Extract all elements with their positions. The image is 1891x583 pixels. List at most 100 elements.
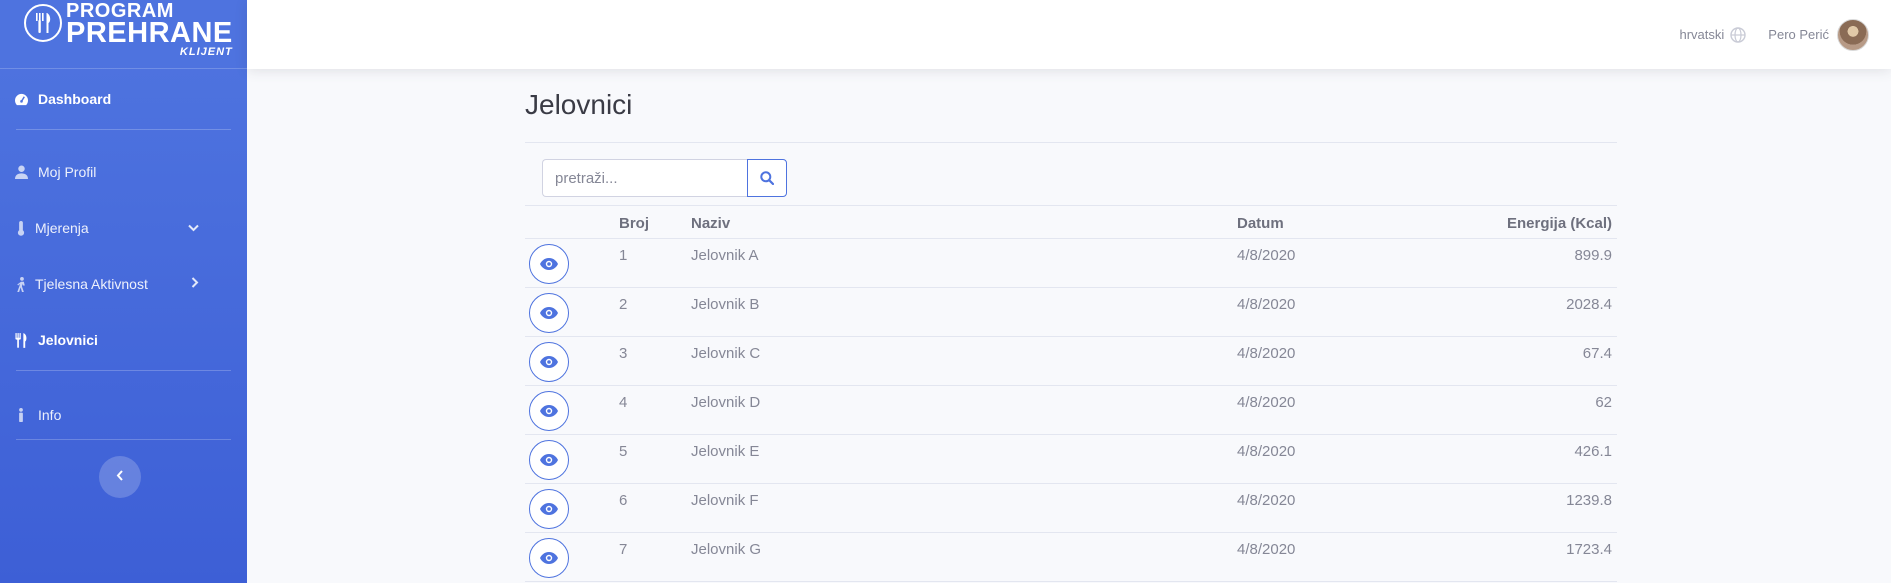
row-action-cell	[525, 238, 619, 288]
language-label: hrvatski	[1679, 27, 1725, 42]
tachometer-icon	[12, 93, 30, 106]
cell-broj: 6	[619, 483, 691, 533]
table-row: 2 Jelovnik B 4/8/2020 2028.4	[525, 287, 1617, 337]
table-body: 1 Jelovnik A 4/8/2020 899.9 2 Jelovnik B 4/8/2…	[525, 238, 1617, 582]
eye-icon	[540, 454, 558, 466]
view-button[interactable]	[529, 489, 569, 529]
sidebar-item-mjerenja[interactable]: Mjerenja	[0, 200, 247, 256]
chevron-left-icon	[116, 468, 124, 486]
chevron-down-icon	[188, 221, 199, 235]
topbar: hrvatski Pero Perić	[247, 0, 1891, 69]
cell-datum: 4/8/2020	[1237, 483, 1437, 533]
cell-naziv: Jelovnik D	[691, 385, 1237, 435]
user-icon	[12, 165, 30, 179]
cell-energija: 67.4	[1437, 336, 1617, 386]
sidebar-item-label: Info	[38, 407, 62, 423]
view-button[interactable]	[529, 391, 569, 431]
sidebar: PROGRAM PREHRANE KLIJENT Dashboard Moj P…	[0, 0, 247, 583]
row-action-cell	[525, 434, 619, 484]
eye-icon	[540, 405, 558, 417]
cell-datum: 4/8/2020	[1237, 238, 1437, 288]
sidebar-item-dashboard[interactable]: Dashboard	[0, 69, 247, 129]
brand-line3: KLIJENT	[179, 45, 233, 58]
cell-datum: 4/8/2020	[1237, 385, 1437, 435]
view-button[interactable]	[529, 293, 569, 333]
table-row: 7 Jelovnik G 4/8/2020 1723.4	[525, 532, 1617, 582]
sidebar-item-jelovnici[interactable]: Jelovnici	[0, 312, 247, 368]
language-selector[interactable]: hrvatski	[1679, 26, 1747, 43]
cell-datum: 4/8/2020	[1237, 434, 1437, 484]
user-name: Pero Perić	[1768, 27, 1829, 42]
cell-energija: 2028.4	[1437, 287, 1617, 337]
cell-broj: 3	[619, 336, 691, 386]
thermometer-icon	[12, 220, 30, 236]
main-content: Jelovnici Broj Naziv Datum Energija (Kca…	[525, 69, 1617, 582]
brand-text: PROGRAM PREHRANE KLIJENT	[66, 1, 233, 58]
table-header-row: Broj Naziv Datum Energija (Kcal)	[525, 205, 1617, 239]
row-action-cell	[525, 385, 619, 435]
page-title: Jelovnici	[525, 89, 633, 120]
eye-icon	[540, 356, 558, 368]
search-group	[542, 159, 1617, 197]
cell-naziv: Jelovnik G	[691, 532, 1237, 582]
user-menu[interactable]: Pero Perić	[1768, 18, 1869, 51]
header-broj: Broj	[619, 205, 691, 239]
cell-broj: 5	[619, 434, 691, 484]
view-button[interactable]	[529, 538, 569, 578]
menus-table: Broj Naziv Datum Energija (Kcal) 1 Jelovn…	[525, 205, 1617, 582]
eye-icon	[540, 552, 558, 564]
cell-naziv: Jelovnik A	[691, 238, 1237, 288]
table-row: 4 Jelovnik D 4/8/2020 62	[525, 385, 1617, 435]
cell-naziv: Jelovnik B	[691, 287, 1237, 337]
eye-icon	[540, 307, 558, 319]
cell-energija: 899.9	[1437, 238, 1617, 288]
globe-icon	[1730, 26, 1746, 43]
sidebar-divider	[16, 439, 231, 440]
cell-naziv: Jelovnik F	[691, 483, 1237, 533]
cell-broj: 4	[619, 385, 691, 435]
search-button[interactable]	[747, 159, 787, 197]
cell-energija: 1723.4	[1437, 532, 1617, 582]
cell-datum: 4/8/2020	[1237, 532, 1437, 582]
cell-broj: 1	[619, 238, 691, 288]
cell-datum: 4/8/2020	[1237, 336, 1437, 386]
table-row: 1 Jelovnik A 4/8/2020 899.9	[525, 238, 1617, 288]
walking-icon	[12, 276, 30, 292]
sidebar-item-aktivnost[interactable]: Tjelesna Aktivnost	[0, 256, 247, 312]
header-naziv: Naziv	[691, 205, 1237, 239]
brand[interactable]: PROGRAM PREHRANE KLIJENT	[0, 0, 247, 69]
table-row: 5 Jelovnik E 4/8/2020 426.1	[525, 434, 1617, 484]
view-button[interactable]	[529, 244, 569, 284]
view-button[interactable]	[529, 440, 569, 480]
row-action-cell	[525, 336, 619, 386]
sidebar-item-label: Tjelesna Aktivnost	[35, 276, 148, 292]
sidebar-item-label: Jelovnici	[38, 332, 98, 348]
sidebar-item-profil[interactable]: Moj Profil	[0, 144, 247, 200]
sidebar-item-info[interactable]: Info	[0, 387, 247, 443]
sidebar-toggle-button[interactable]	[99, 456, 141, 498]
table-row: 6 Jelovnik F 4/8/2020 1239.8	[525, 483, 1617, 533]
cell-broj: 2	[619, 287, 691, 337]
chevron-right-icon	[191, 277, 199, 291]
cell-energija: 1239.8	[1437, 483, 1617, 533]
header-datum: Datum	[1237, 205, 1437, 239]
cell-broj: 7	[619, 532, 691, 582]
header-actions	[525, 205, 619, 239]
row-action-cell	[525, 532, 619, 582]
title-divider	[525, 142, 1617, 143]
cell-energija: 426.1	[1437, 434, 1617, 484]
view-button[interactable]	[529, 342, 569, 382]
row-action-cell	[525, 483, 619, 533]
search-icon	[760, 171, 774, 185]
cell-naziv: Jelovnik C	[691, 336, 1237, 386]
avatar	[1837, 18, 1869, 51]
eye-icon	[540, 503, 558, 515]
header-energija: Energija (Kcal)	[1437, 205, 1617, 239]
cell-datum: 4/8/2020	[1237, 287, 1437, 337]
info-icon	[12, 408, 30, 422]
eye-icon	[540, 258, 558, 270]
sidebar-item-label: Moj Profil	[38, 164, 97, 180]
search-input[interactable]	[542, 159, 747, 197]
table-row: 3 Jelovnik C 4/8/2020 67.4	[525, 336, 1617, 386]
cell-naziv: Jelovnik E	[691, 434, 1237, 484]
